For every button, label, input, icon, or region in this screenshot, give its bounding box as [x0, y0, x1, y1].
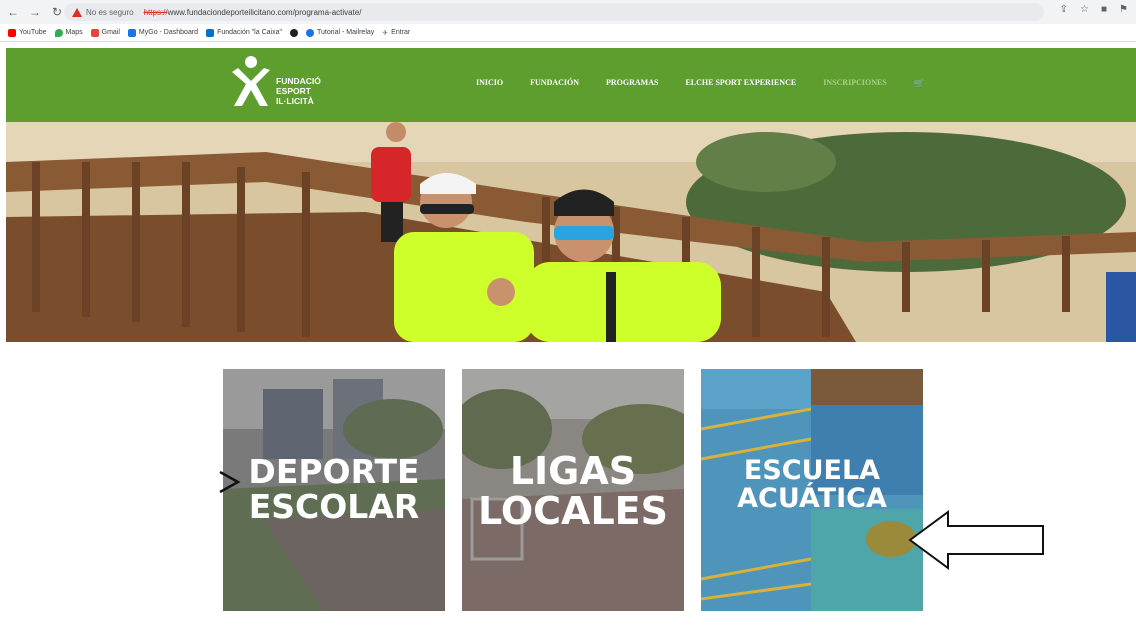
card-ligas-locales[interactable]: LIGAS LOCALES [462, 369, 684, 611]
hero-image [6, 122, 1136, 342]
card-title-line: ESCOLAR [248, 486, 420, 526]
bookmark-label: Maps [65, 29, 83, 36]
card-title-line: DEPORTE [248, 452, 420, 491]
globe-icon [289, 28, 298, 37]
bookmark-dashboard[interactable]: MyGo - Dashboard [127, 28, 199, 37]
menu-item-inicio[interactable]: INICIO [476, 78, 503, 89]
back-icon[interactable]: ← [4, 3, 22, 21]
menu-item-programas[interactable]: PROGRAMAS [606, 78, 658, 89]
bookmark-maps[interactable]: Maps [54, 28, 83, 37]
card-title: DEPORTE ESCOLAR [223, 452, 445, 526]
star-icon[interactable]: ☆ [1080, 4, 1089, 15]
card-escuela-acuatica[interactable]: ESCUELA ACUÁTICA [701, 369, 923, 611]
arrow-left-icon [908, 510, 1044, 570]
card-title-line: LIGAS [509, 449, 637, 493]
card-title: ESCUELA ACUÁTICA [701, 455, 923, 515]
arrow-right-icon [219, 470, 241, 494]
security-label[interactable]: No es seguro [86, 8, 134, 17]
url-scheme: https:// [143, 7, 168, 17]
menu-item-elche-sport-experience[interactable]: ELCHE SPORT EXPERIENCE [685, 78, 796, 89]
mailrelay-icon [305, 28, 314, 37]
card-deporte-escolar[interactable]: DEPORTE ESCOLAR [223, 369, 445, 611]
card-title-line: ACUÁTICA [737, 483, 887, 515]
sidepanel-icon[interactable]: ■ [1101, 4, 1107, 15]
site-header: FUNDACIÓ ESPORT IL·LICITÀ INICIO FUNDACI… [6, 48, 1136, 122]
bookmark-caixa[interactable]: Fundación "la Caixa" [206, 28, 282, 37]
youtube-icon [8, 28, 16, 37]
menu-item-fundacion[interactable]: FUNDACIÓN [530, 78, 579, 89]
site-logo[interactable]: FUNDACIÓ ESPORT IL·LICITÀ [228, 54, 328, 114]
entrar-icon: ✈ [382, 29, 389, 37]
browser-toolbar: ← → ↻ No es seguro https:// www.fundacio… [0, 0, 1136, 24]
dashboard-icon [127, 28, 136, 37]
bookmarks-bar: YouTube Maps Gmail MyGo - Dashboard Fund… [0, 24, 1136, 42]
card-title-line: ESCUELA [743, 455, 881, 486]
forward-icon[interactable]: → [26, 3, 44, 21]
bookmark-mailrelay[interactable]: Tutorial - Mailrelay [305, 28, 375, 37]
maps-icon [54, 28, 63, 37]
hero-photo [6, 122, 1136, 342]
address-bar[interactable]: No es seguro https:// www.fundaciondepor… [64, 3, 1044, 21]
cart-icon[interactable]: 🛒 [914, 78, 925, 89]
share-icon[interactable]: ⇪ [1060, 4, 1068, 15]
logo-mark-icon [232, 56, 270, 106]
menu-item-inscripciones[interactable]: INSCRIPCIONES [823, 78, 887, 89]
bookmark-label: Gmail [101, 29, 120, 36]
card-title: LIGAS LOCALES [462, 449, 684, 533]
main-menu: INICIO FUNDACIÓN PROGRAMAS ELCHE SPORT E… [476, 78, 925, 89]
logo-text: FUNDACIÓ ESPORT IL·LICITÀ [276, 76, 321, 106]
bookmark-label: YouTube [19, 29, 47, 36]
gmail-icon [90, 28, 99, 37]
url-text: www.fundaciondeporteilicitano.com/progra… [167, 7, 362, 17]
bookmark-label: MyGo - Dashboard [138, 29, 199, 36]
bookmark-entrar[interactable]: ✈ Entrar [382, 29, 410, 37]
browser-actions: ⇪ ☆ ■ ⚑ [1060, 4, 1128, 15]
bookmark-gmail[interactable]: Gmail [90, 28, 120, 37]
bookmark-label: Tutorial - Mailrelay [316, 29, 375, 36]
bookmark-label: Entrar [391, 29, 411, 36]
caixa-icon [206, 28, 215, 37]
bookmark-globe[interactable] [289, 28, 298, 37]
extensions-icon[interactable]: ⚑ [1119, 4, 1128, 15]
warning-icon [72, 7, 82, 17]
bookmark-youtube[interactable]: YouTube [8, 28, 47, 37]
card-title-line: LOCALES [478, 488, 668, 533]
bookmark-label: Fundación "la Caixa" [217, 29, 282, 36]
